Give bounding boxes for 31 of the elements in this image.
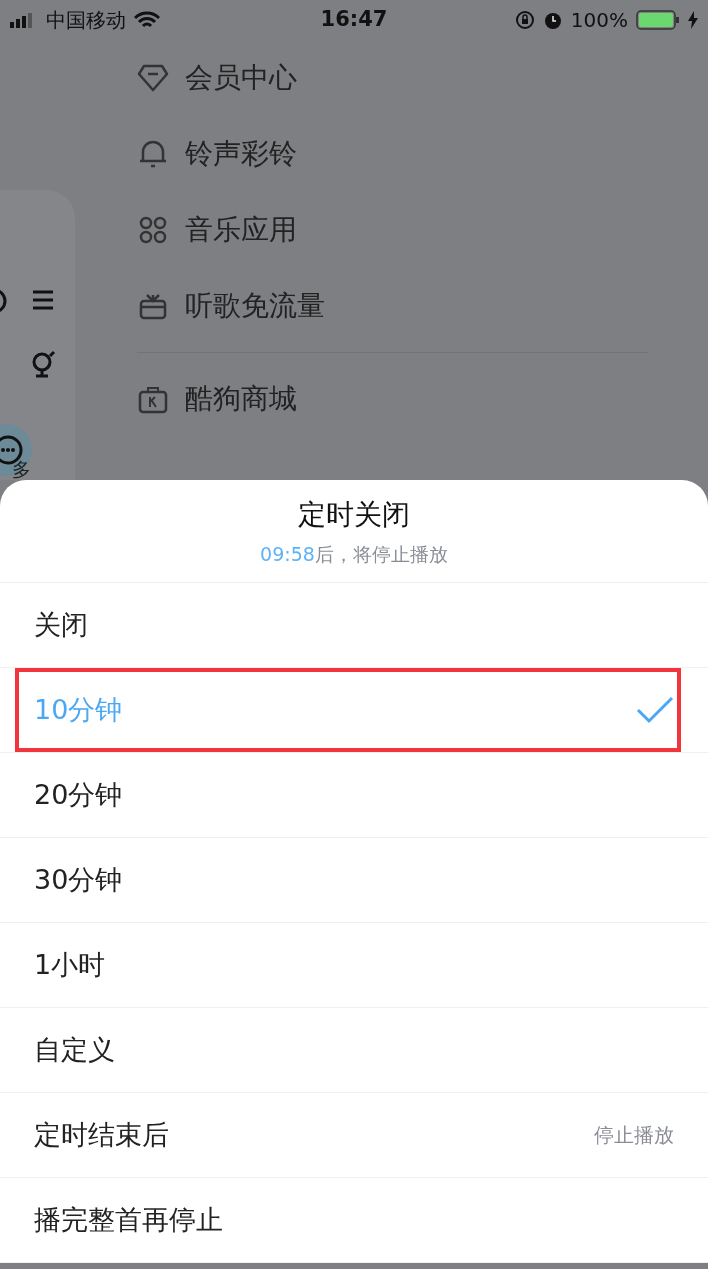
diamond-icon: [137, 62, 169, 94]
timer-option[interactable]: 10分钟: [0, 668, 708, 753]
timer-option[interactable]: 30分钟: [0, 838, 708, 923]
grid-icon: [137, 214, 169, 246]
more-label: 多: [11, 457, 32, 480]
timer-option[interactable]: 关闭: [0, 583, 708, 668]
checkmark-icon: [636, 696, 674, 724]
timer-option[interactable]: 1小时: [0, 923, 708, 1008]
menu-item[interactable]: 会员中心: [185, 57, 297, 99]
menu-item[interactable]: 听歌免流量: [185, 285, 325, 327]
setting-label: 定时结束后: [34, 1117, 169, 1152]
menu-item[interactable]: 酷狗商城: [185, 378, 297, 420]
battery-icon: [636, 10, 680, 30]
setting-value[interactable]: 停止播放: [594, 1120, 674, 1150]
carrier-text: 中国移动: [46, 7, 126, 34]
timer-option[interactable]: 自定义: [0, 1008, 708, 1093]
wifi-icon: [134, 10, 160, 30]
sheet-title: 定时关闭: [298, 496, 410, 533]
rotation-lock-icon: [514, 10, 535, 30]
battery-text: 100%: [570, 7, 628, 34]
setting-label: 播完整首再停止: [34, 1202, 223, 1237]
microphone-icon[interactable]: [30, 350, 56, 378]
alarm-icon: [542, 10, 563, 30]
menu-icon[interactable]: [32, 290, 54, 310]
timer-option[interactable]: 20分钟: [0, 753, 708, 838]
countdown-text: 09:58后，将停止播放: [260, 541, 448, 567]
menu-item[interactable]: 铃声彩铃: [185, 133, 297, 175]
clock-text: 16:47: [320, 6, 388, 34]
menu-item[interactable]: 音乐应用: [185, 209, 297, 251]
charging-icon: [688, 11, 698, 29]
bell-icon: [137, 138, 169, 170]
